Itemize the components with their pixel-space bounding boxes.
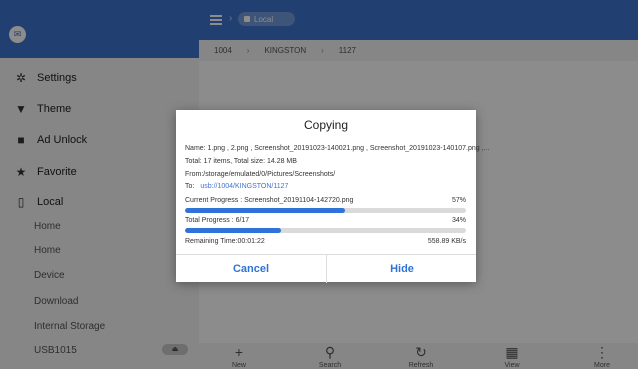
current-progress-fill xyxy=(185,208,346,213)
total-progress-row: Total Progress : 6/17 34% xyxy=(185,217,466,224)
source-path: From:/storage/emulated/0/Pictures/Screen… xyxy=(185,171,336,178)
total-progress-percent: 34% xyxy=(451,217,466,224)
file-names: Name: 1.png , 2.png , Screenshot_2019102… xyxy=(185,145,490,152)
transfer-speed: 558.89 KB/s xyxy=(427,238,466,245)
current-progress-percent: 57% xyxy=(451,197,466,204)
cancel-button[interactable]: Cancel xyxy=(176,255,326,283)
total-progress-bar xyxy=(185,228,466,233)
remaining-row: Remaining Time:00:01:22 558.89 KB/s xyxy=(185,238,466,245)
total-progress-fill xyxy=(185,228,281,233)
dialog-title: Copying xyxy=(303,118,349,132)
dialog-buttons: Cancel Hide xyxy=(176,254,476,283)
hide-button[interactable]: Hide xyxy=(326,255,477,283)
current-progress-row: Current Progress : Screenshot_20191104-1… xyxy=(185,197,466,204)
total-progress-label: Total Progress : 6/17 xyxy=(185,217,250,224)
copying-dialog: Copying Name: 1.png , 2.png , Screenshot… xyxy=(176,110,489,283)
remaining-time: Remaining Time:00:01:22 xyxy=(185,238,265,245)
current-progress-bar xyxy=(185,208,466,213)
destination-path[interactable]: usb://1004/KINGSTON/1127 xyxy=(200,183,288,190)
destination-label: To: xyxy=(185,183,195,190)
destination-row: To: usb://1004/KINGSTON/1127 xyxy=(185,183,288,190)
current-progress-label: Current Progress : Screenshot_20191104-1… xyxy=(185,197,354,204)
total-size: Total: 17 items, Total size: 14.28 MB xyxy=(185,158,297,165)
